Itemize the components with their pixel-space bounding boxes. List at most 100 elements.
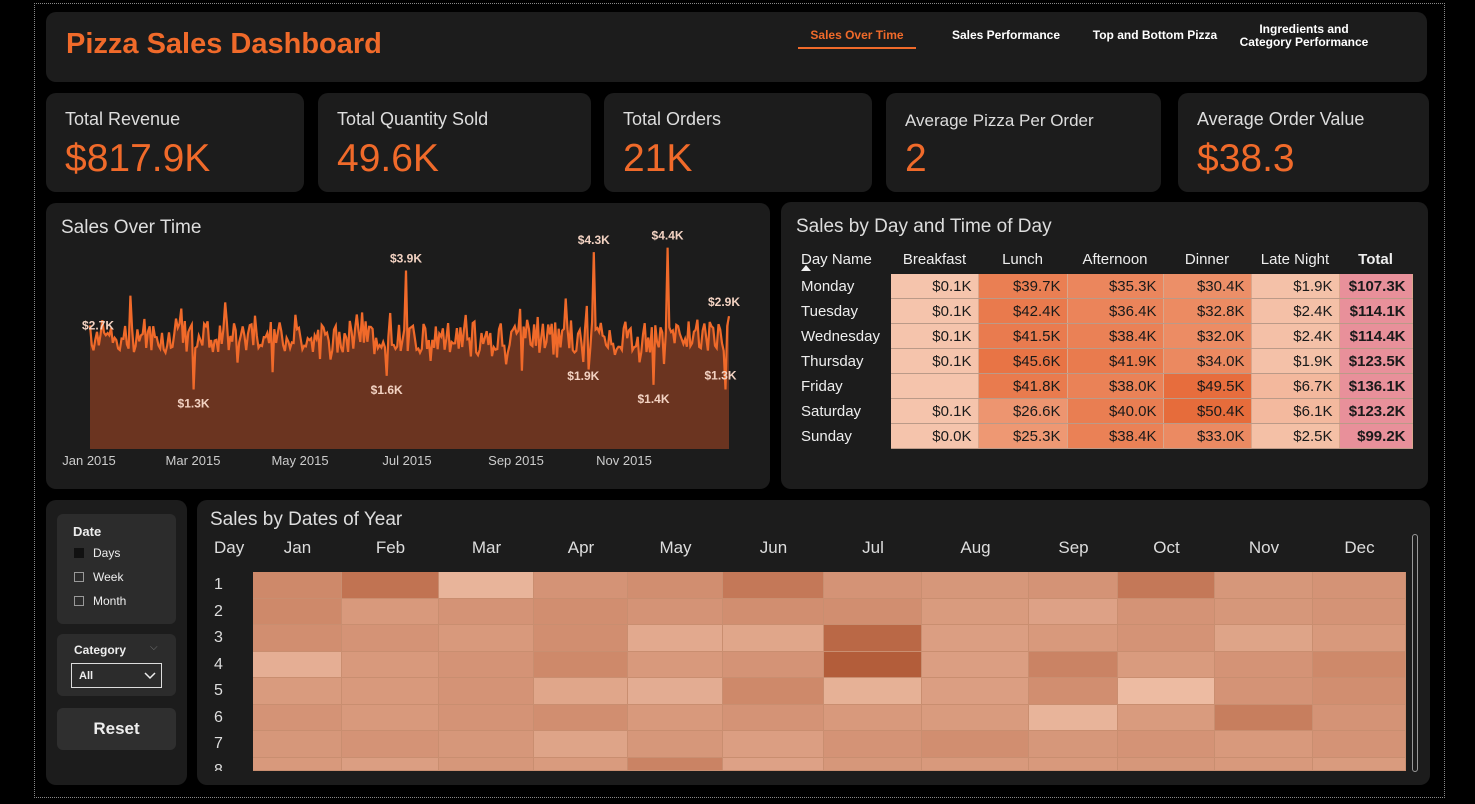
date-option-days[interactable]: Days: [74, 546, 120, 560]
heatmap-cell[interactable]: [342, 757, 439, 771]
heatmap-cell[interactable]: [439, 572, 534, 599]
tab-top-bottom-pizza[interactable]: Top and Bottom Pizza: [1092, 28, 1218, 42]
heatmap-cell[interactable]: [534, 625, 628, 652]
heatmap-cell[interactable]: [439, 678, 534, 705]
heatmap-cell[interactable]: [1029, 625, 1118, 652]
column-header[interactable]: Afternoon: [1067, 244, 1163, 274]
heatmap-cell[interactable]: [922, 678, 1029, 705]
heatmap-cell[interactable]: [253, 731, 342, 758]
heatmap-cell[interactable]: [342, 731, 439, 758]
heatmap-cell[interactable]: [534, 678, 628, 705]
heatmap-cell[interactable]: [1313, 731, 1406, 758]
column-header[interactable]: Dinner: [1163, 244, 1251, 274]
column-header[interactable]: Total: [1339, 244, 1412, 274]
heatmap-cell[interactable]: [342, 651, 439, 678]
heatmap-cell[interactable]: [824, 731, 922, 758]
heatmap-cell[interactable]: [1118, 678, 1215, 705]
heatmap-cell[interactable]: [1118, 625, 1215, 652]
heatmap-cell[interactable]: [628, 651, 723, 678]
reset-button[interactable]: Reset: [57, 708, 176, 750]
heatmap-cell[interactable]: [824, 704, 922, 731]
heatmap-cell[interactable]: [1215, 704, 1313, 731]
heatmap-cell[interactable]: [922, 598, 1029, 625]
heatmap-cell[interactable]: [1215, 678, 1313, 705]
heatmap-cell[interactable]: [723, 678, 824, 705]
heatmap-cell[interactable]: [628, 704, 723, 731]
heatmap-cell[interactable]: [342, 625, 439, 652]
column-header[interactable]: Late Night: [1251, 244, 1339, 274]
heatmap-cell[interactable]: [342, 678, 439, 705]
column-header[interactable]: Lunch: [978, 244, 1067, 274]
heatmap-cell[interactable]: [922, 757, 1029, 771]
heatmap-cell[interactable]: [439, 704, 534, 731]
column-header[interactable]: Breakfast: [891, 244, 978, 274]
heatmap-cell[interactable]: [342, 572, 439, 599]
heatmap-cell[interactable]: [1029, 598, 1118, 625]
heatmap-cell[interactable]: [253, 678, 342, 705]
heatmap-cell[interactable]: [439, 625, 534, 652]
heatmap-cell[interactable]: [1215, 731, 1313, 758]
heatmap-cell[interactable]: [1215, 757, 1313, 771]
heatmap-cell[interactable]: [723, 757, 824, 771]
heatmap-cell[interactable]: [439, 757, 534, 771]
heatmap-cell[interactable]: [253, 625, 342, 652]
heatmap-cell[interactable]: [253, 651, 342, 678]
heatmap-cell[interactable]: [723, 731, 824, 758]
heatmap-cell[interactable]: [342, 598, 439, 625]
heatmap-cell[interactable]: [253, 704, 342, 731]
heatmap-cell[interactable]: [628, 678, 723, 705]
heatmap-cell[interactable]: [1118, 757, 1215, 771]
heatmap-cell[interactable]: [1313, 598, 1406, 625]
heatmap-cell[interactable]: [922, 651, 1029, 678]
tab-sales-performance[interactable]: Sales Performance: [948, 28, 1064, 42]
heatmap-cell[interactable]: [628, 731, 723, 758]
heatmap-cell[interactable]: [534, 572, 628, 599]
heatmap-cell[interactable]: [1029, 651, 1118, 678]
category-dropdown[interactable]: All: [71, 663, 162, 688]
heatmap-cell[interactable]: [439, 731, 534, 758]
heatmap-cell[interactable]: [922, 704, 1029, 731]
heatmap-cell[interactable]: [534, 704, 628, 731]
heatmap-cell[interactable]: [534, 598, 628, 625]
heatmap-cell[interactable]: [628, 598, 723, 625]
heatmap-cell[interactable]: [824, 757, 922, 771]
heatmap-cell[interactable]: [253, 572, 342, 599]
heatmap-cell[interactable]: [534, 651, 628, 678]
heatmap-cell[interactable]: [723, 651, 824, 678]
heatmap-cell[interactable]: [439, 651, 534, 678]
heatmap-cell[interactable]: [1313, 678, 1406, 705]
heatmap-cell[interactable]: [922, 731, 1029, 758]
heatmap-cell[interactable]: [253, 757, 342, 771]
heatmap-cell[interactable]: [922, 625, 1029, 652]
checkbox-icon[interactable]: [74, 596, 84, 606]
heatmap-cell[interactable]: [824, 625, 922, 652]
heatmap-cell[interactable]: [824, 572, 922, 599]
heatmap-cell[interactable]: [1313, 625, 1406, 652]
heatmap-cell[interactable]: [1029, 731, 1118, 758]
heatmap-cell[interactable]: [342, 704, 439, 731]
checkbox-icon[interactable]: [74, 572, 84, 582]
tab-ingredients-category[interactable]: Ingredients and Category Performance: [1236, 23, 1372, 49]
heatmap-cell[interactable]: [1313, 757, 1406, 771]
heatmap-cell[interactable]: [534, 757, 628, 771]
date-option-week[interactable]: Week: [74, 570, 123, 584]
heatmap-cell[interactable]: [723, 625, 824, 652]
scrollbar-thumb[interactable]: [1412, 534, 1418, 772]
heatmap-cell[interactable]: [1118, 731, 1215, 758]
heatmap-cell[interactable]: [1029, 704, 1118, 731]
heatmap-cell[interactable]: [824, 678, 922, 705]
heatmap-cell[interactable]: [1313, 651, 1406, 678]
checkbox-icon[interactable]: [74, 548, 84, 558]
sort-ascending-icon[interactable]: [801, 265, 811, 271]
heatmap-cell[interactable]: [1029, 572, 1118, 599]
heatmap-cell[interactable]: [1029, 678, 1118, 705]
heatmap-cell[interactable]: [723, 598, 824, 625]
date-option-month[interactable]: Month: [74, 594, 126, 608]
heatmap-cell[interactable]: [1118, 704, 1215, 731]
heatmap-cell[interactable]: [1118, 651, 1215, 678]
heatmap-cell[interactable]: [922, 572, 1029, 599]
heatmap-cell[interactable]: [1313, 704, 1406, 731]
heatmap-cell[interactable]: [534, 731, 628, 758]
heatmap-cell[interactable]: [1313, 572, 1406, 599]
heatmap-cell[interactable]: [824, 598, 922, 625]
